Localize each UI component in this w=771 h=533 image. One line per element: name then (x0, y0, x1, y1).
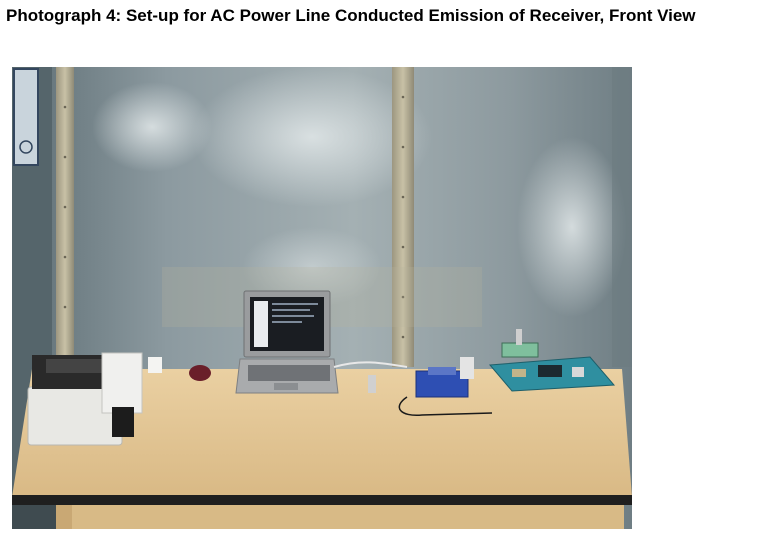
table-apron (64, 505, 624, 529)
table-leg-left (56, 505, 72, 529)
setup-photograph (12, 67, 632, 529)
right-wall-shadow (612, 67, 632, 367)
wall-strip-left (56, 67, 74, 397)
photograph-caption: Photograph 4: Set-up for AC Power Line C… (6, 6, 696, 25)
table-edge (12, 495, 632, 505)
computer-mouse (189, 365, 211, 381)
usb-adapter (368, 375, 376, 393)
wall-glare (92, 82, 212, 172)
wall-glare (517, 137, 627, 317)
laptop (235, 290, 339, 394)
wall-poster (13, 68, 39, 166)
